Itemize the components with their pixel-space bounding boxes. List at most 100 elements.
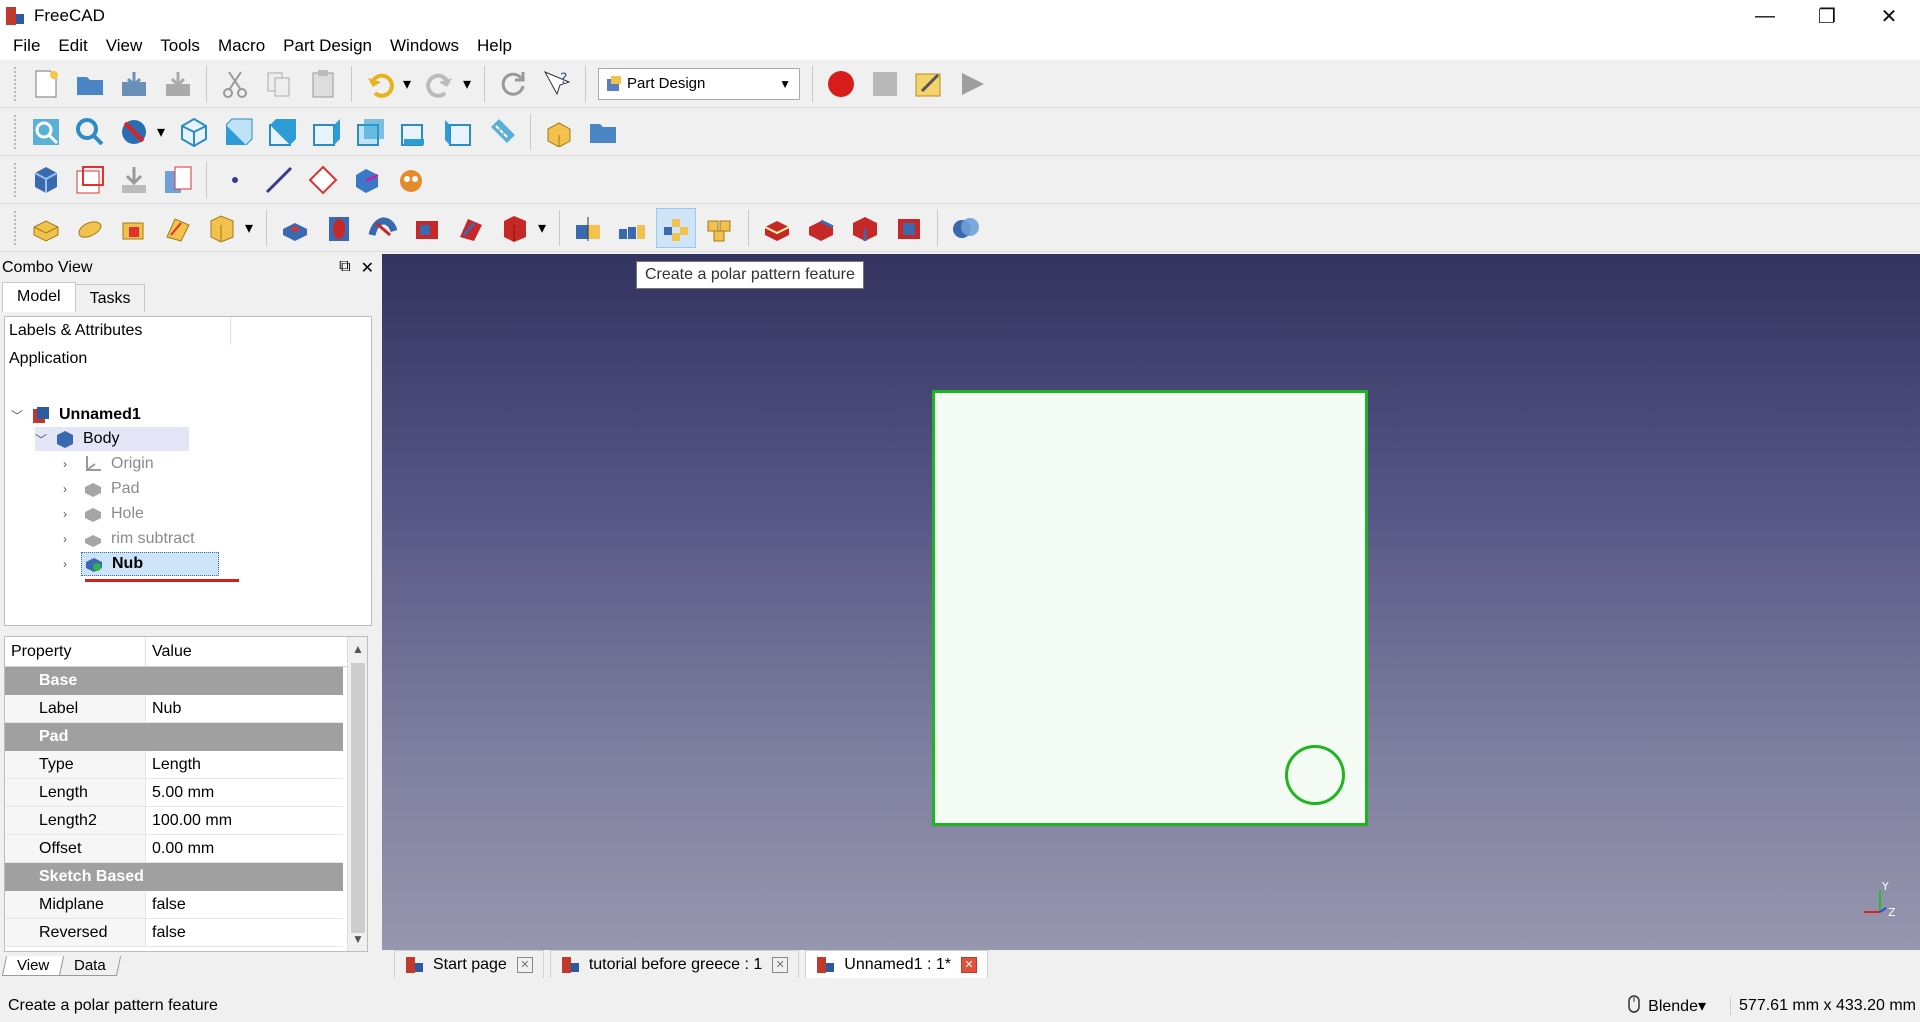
save-as-icon[interactable] xyxy=(158,64,198,104)
property-value[interactable]: 5.00 mm xyxy=(146,779,214,806)
cut-icon[interactable] xyxy=(215,64,255,104)
validate-sketch-icon[interactable] xyxy=(114,160,154,200)
tree-item-body[interactable]: ﹀ Body xyxy=(35,427,189,451)
close-button[interactable]: ✕ xyxy=(1858,0,1920,32)
close-panel-icon[interactable]: ✕ xyxy=(361,258,374,278)
tree-item-rim-subtract[interactable]: › rim subtract xyxy=(63,527,195,551)
bottom-view-icon[interactable] xyxy=(394,112,434,152)
fit-all-icon[interactable] xyxy=(26,112,66,152)
tab-model[interactable]: Model xyxy=(2,282,76,312)
multi-transform-icon[interactable] xyxy=(700,208,740,248)
subtractive-loft-icon[interactable] xyxy=(407,208,447,248)
refresh-icon[interactable] xyxy=(493,64,533,104)
menu-macro[interactable]: Macro xyxy=(209,32,274,60)
tree-item-document[interactable]: ﹀ Unnamed1 xyxy=(11,403,141,427)
undo-dropdown-icon[interactable]: ▾ xyxy=(398,64,416,104)
additive-loft-icon[interactable] xyxy=(114,208,154,248)
datum-point-icon[interactable] xyxy=(215,160,255,200)
create-sketch-icon[interactable] xyxy=(70,160,110,200)
fillet-icon[interactable] xyxy=(757,208,797,248)
close-tab-icon[interactable]: ✕ xyxy=(516,956,533,973)
menu-help[interactable]: Help xyxy=(468,32,521,60)
subtractive-pipe-icon[interactable] xyxy=(451,208,491,248)
minimize-button[interactable]: — xyxy=(1734,0,1796,32)
subtractive-primitive-dropdown-icon[interactable]: ▾ xyxy=(533,208,551,248)
create-part-icon[interactable] xyxy=(539,112,579,152)
groove-icon[interactable] xyxy=(363,208,403,248)
clone-icon[interactable] xyxy=(391,160,431,200)
property-row-midplane[interactable]: Midplane false xyxy=(5,891,343,919)
menu-file[interactable]: File xyxy=(4,32,49,60)
new-document-icon[interactable] xyxy=(26,64,66,104)
subtractive-primitive-icon[interactable] xyxy=(495,208,535,248)
draft-icon[interactable] xyxy=(845,208,885,248)
doc-tab-tutorial[interactable]: tutorial before greece : 1 ✕ xyxy=(549,950,800,978)
measure-icon[interactable] xyxy=(482,112,522,152)
collapsed-arrow-icon[interactable]: › xyxy=(63,532,81,546)
toolbar-grip[interactable] xyxy=(14,162,18,197)
front-view-icon[interactable] xyxy=(218,112,258,152)
toolbar-grip[interactable] xyxy=(14,66,18,101)
stop-macro-icon[interactable] xyxy=(865,64,905,104)
menu-part-design[interactable]: Part Design xyxy=(274,32,381,60)
run-macro-icon[interactable] xyxy=(953,64,993,104)
scroll-up-icon[interactable]: ▲ xyxy=(348,639,368,659)
hole-icon[interactable] xyxy=(319,208,359,248)
property-value[interactable]: 100.00 mm xyxy=(146,807,232,834)
save-icon[interactable] xyxy=(114,64,154,104)
whats-this-icon[interactable]: ? xyxy=(537,64,577,104)
local-coordinate-system-icon[interactable] xyxy=(347,160,387,200)
sketch-square-face[interactable] xyxy=(932,390,1368,826)
expand-arrow-icon[interactable]: ﹀ xyxy=(35,431,53,448)
pad-icon[interactable] xyxy=(26,208,66,248)
thickness-icon[interactable] xyxy=(889,208,929,248)
expand-arrow-icon[interactable]: ﹀ xyxy=(11,407,29,424)
tree-item-origin[interactable]: › Origin xyxy=(63,452,154,476)
tab-view[interactable]: View xyxy=(1,956,65,976)
property-row-reversed[interactable]: Reversed false xyxy=(5,919,343,947)
property-row-label[interactable]: Label Nub xyxy=(5,695,343,723)
scrollbar-thumb[interactable] xyxy=(351,663,365,933)
tab-tasks[interactable]: Tasks xyxy=(74,284,146,312)
linear-pattern-icon[interactable] xyxy=(612,208,652,248)
paste-icon[interactable] xyxy=(303,64,343,104)
tree-item-hole[interactable]: › Hole xyxy=(63,502,144,526)
datum-line-icon[interactable] xyxy=(259,160,299,200)
navigation-style-selector[interactable]: Blende▾ xyxy=(1628,994,1706,1018)
collapsed-arrow-icon[interactable]: › xyxy=(63,457,81,471)
create-body-icon[interactable] xyxy=(26,160,66,200)
rear-view-icon[interactable] xyxy=(350,112,390,152)
pocket-icon[interactable] xyxy=(275,208,315,248)
property-row-length[interactable]: Length 5.00 mm xyxy=(5,779,343,807)
property-row-length2[interactable]: Length2 100.00 mm xyxy=(5,807,343,835)
record-macro-icon[interactable] xyxy=(821,64,861,104)
menu-tools[interactable]: Tools xyxy=(151,32,209,60)
tree-item-nub[interactable]: › Nub xyxy=(63,552,219,576)
create-group-icon[interactable] xyxy=(583,112,623,152)
draw-style-dropdown-icon[interactable]: ▾ xyxy=(152,112,170,152)
additive-primitive-dropdown-icon[interactable]: ▾ xyxy=(240,208,258,248)
property-value[interactable]: Nub xyxy=(146,695,181,722)
property-scrollbar[interactable]: ▲ ▼ xyxy=(347,637,367,951)
shape-binder-icon[interactable] xyxy=(158,160,198,200)
draw-style-icon[interactable] xyxy=(114,112,154,152)
float-panel-icon[interactable]: ⧉ xyxy=(339,258,350,278)
undo-icon[interactable] xyxy=(360,64,400,104)
3d-viewport[interactable]: Y Z xyxy=(382,254,1920,950)
property-row-type[interactable]: Type Length xyxy=(5,751,343,779)
macro-editor-icon[interactable] xyxy=(909,64,949,104)
sketch-circle[interactable] xyxy=(1285,745,1345,805)
toolbar-grip[interactable] xyxy=(14,210,18,245)
polar-pattern-icon[interactable] xyxy=(656,207,696,248)
scroll-down-icon[interactable]: ▼ xyxy=(348,929,368,949)
open-folder-icon[interactable] xyxy=(70,64,110,104)
workbench-select[interactable]: Part Design ▼ xyxy=(598,67,800,100)
property-value[interactable]: 0.00 mm xyxy=(146,835,214,862)
chamfer-icon[interactable] xyxy=(801,208,841,248)
tab-data[interactable]: Data xyxy=(59,956,122,976)
close-tab-icon[interactable]: ✕ xyxy=(961,956,977,973)
close-tab-icon[interactable]: ✕ xyxy=(772,956,789,973)
collapsed-arrow-icon[interactable]: › xyxy=(63,507,81,521)
additive-primitive-icon[interactable] xyxy=(202,208,242,248)
top-view-icon[interactable] xyxy=(262,112,302,152)
